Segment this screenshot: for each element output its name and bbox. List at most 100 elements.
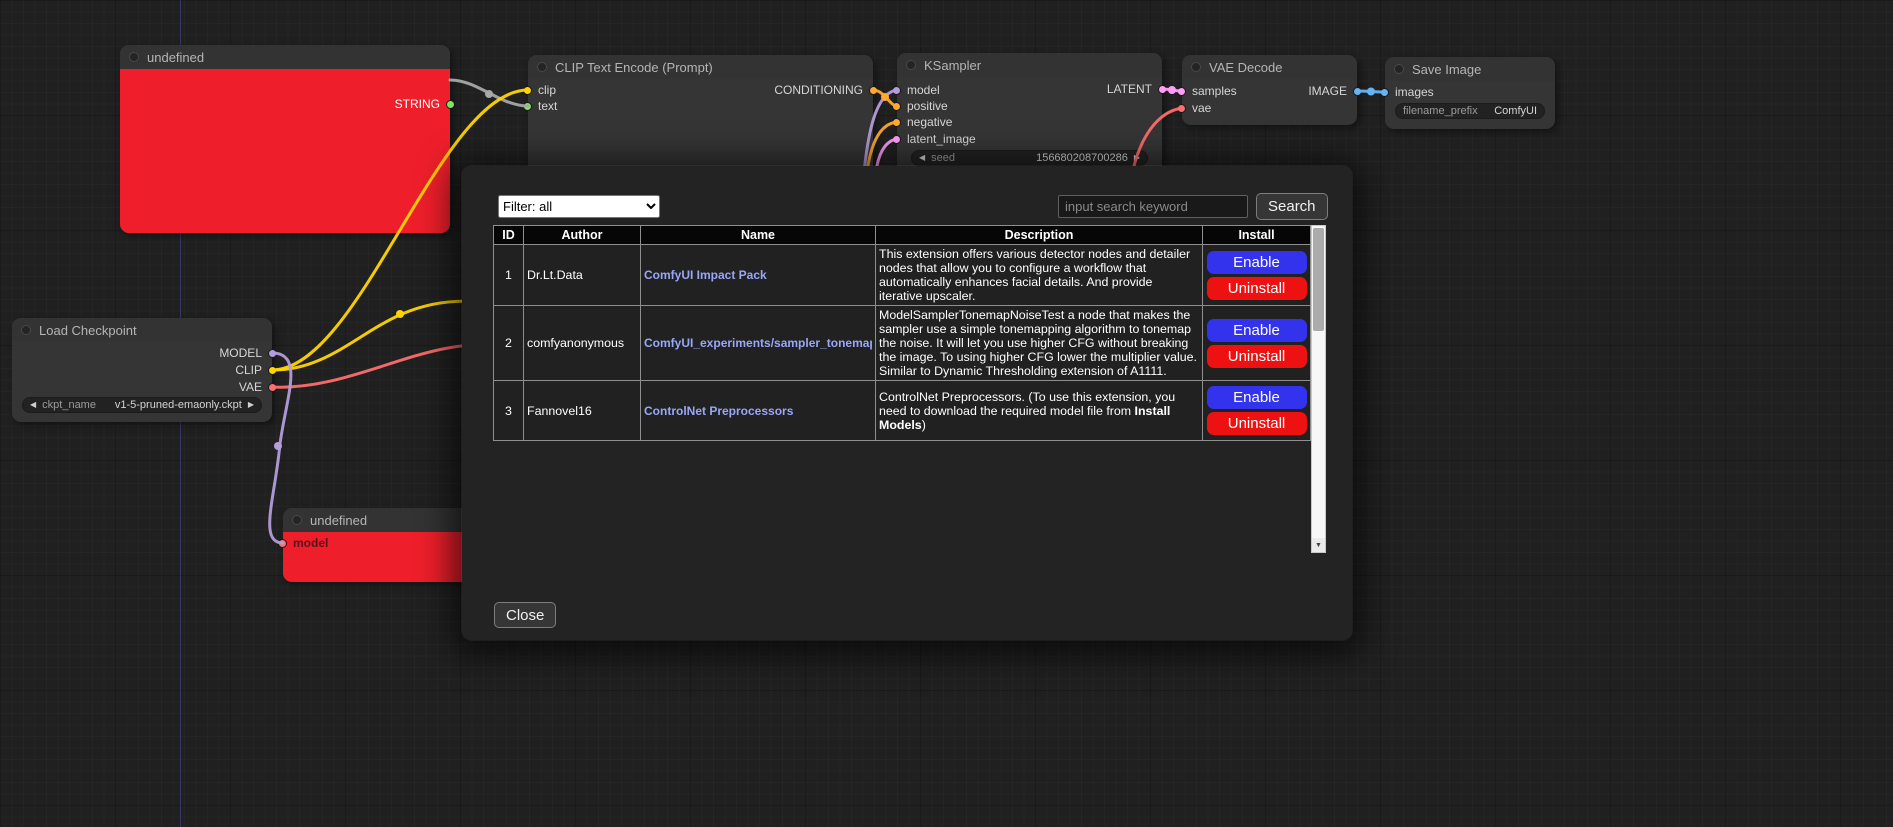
wire-image-midpoint bbox=[1367, 88, 1375, 96]
image-pin-icon[interactable] bbox=[1353, 87, 1362, 96]
latent-pin-icon[interactable] bbox=[1177, 87, 1186, 96]
node-title: Load Checkpoint bbox=[39, 323, 137, 338]
row-author: comfyanonymous bbox=[524, 306, 641, 381]
clip-pin-icon[interactable] bbox=[523, 86, 532, 95]
node-header[interactable]: undefined bbox=[120, 45, 450, 69]
input-slot-negative[interactable]: negative bbox=[892, 115, 952, 129]
search-input[interactable] bbox=[1058, 195, 1248, 218]
header-id: ID bbox=[494, 226, 524, 245]
row-description: This extension offers various detector n… bbox=[876, 245, 1203, 306]
node-load-checkpoint[interactable]: Load Checkpoint MODEL CLIP VAE ◀ ckpt_na… bbox=[12, 318, 272, 422]
latent-pin-icon[interactable] bbox=[892, 135, 901, 144]
node-header[interactable]: Load Checkpoint bbox=[12, 318, 272, 342]
wire-conditioning-midpoint bbox=[881, 93, 889, 101]
filter-select[interactable]: Filter: all bbox=[498, 195, 660, 218]
input-slot-positive[interactable]: positive bbox=[892, 99, 948, 113]
slot-label: clip bbox=[538, 83, 556, 97]
node-header[interactable]: CLIP Text Encode (Prompt) bbox=[528, 55, 873, 79]
collapse-dot-icon[interactable] bbox=[906, 60, 916, 70]
ckpt-name-widget[interactable]: ◀ ckpt_name v1-5-pruned-emaonly.ckpt ▶ bbox=[22, 397, 262, 413]
widget-prev-icon[interactable]: ◀ bbox=[919, 154, 925, 162]
widget-prev-icon[interactable]: ◀ bbox=[30, 401, 36, 409]
enable-button[interactable]: Enable bbox=[1207, 251, 1307, 274]
collapse-dot-icon[interactable] bbox=[537, 62, 547, 72]
clip-pin-icon[interactable] bbox=[268, 366, 277, 375]
row-install: Enable Uninstall bbox=[1203, 245, 1311, 306]
collapse-dot-icon[interactable] bbox=[1394, 64, 1404, 74]
description-text: ModelSamplerTonemapNoiseTest a node that… bbox=[879, 308, 1197, 378]
extensions-table: ID Author Name Description Install 1 Dr.… bbox=[493, 225, 1311, 441]
vae-pin-icon[interactable] bbox=[1177, 104, 1186, 113]
node-header[interactable]: KSampler bbox=[897, 53, 1162, 77]
dialog-scrollbar[interactable]: ▼ bbox=[1311, 225, 1326, 553]
string-pin-icon[interactable] bbox=[523, 102, 532, 111]
widget-next-icon[interactable]: ▶ bbox=[1134, 154, 1140, 162]
node-vae-decode[interactable]: VAE Decode samples vae IMAGE bbox=[1182, 55, 1357, 125]
row-install: Enable Uninstall bbox=[1203, 306, 1311, 381]
widget-value: 156680208700286 bbox=[1036, 152, 1128, 164]
vae-pin-icon[interactable] bbox=[268, 383, 277, 392]
enable-button[interactable]: Enable bbox=[1207, 319, 1307, 342]
enable-button[interactable]: Enable bbox=[1207, 386, 1307, 409]
collapse-dot-icon[interactable] bbox=[129, 52, 139, 62]
input-slot-samples[interactable]: samples bbox=[1177, 84, 1237, 98]
string-pin-icon[interactable] bbox=[446, 100, 455, 109]
output-slot-image[interactable]: IMAGE bbox=[1308, 84, 1362, 98]
image-pin-icon[interactable] bbox=[1380, 88, 1389, 97]
model-pin-icon[interactable] bbox=[892, 86, 901, 95]
input-slot-model[interactable]: model bbox=[278, 536, 328, 550]
extension-link[interactable]: ComfyUI_experiments/sampler_tonemap bbox=[644, 336, 872, 350]
close-button[interactable]: Close bbox=[494, 602, 556, 628]
slot-label: model bbox=[907, 83, 940, 97]
input-slot-model[interactable]: model bbox=[892, 83, 940, 97]
description-text: ControlNet Preprocessors. (To use this e… bbox=[879, 390, 1175, 418]
scrollbar-thumb[interactable] bbox=[1313, 228, 1324, 331]
output-slot-string[interactable]: STRING bbox=[395, 97, 455, 111]
graph-canvas[interactable]: undefined STRING CLIP Text Encode (Promp… bbox=[0, 0, 1893, 827]
node-header[interactable]: VAE Decode bbox=[1182, 55, 1357, 79]
output-slot-vae[interactable]: VAE bbox=[239, 380, 277, 394]
node-body: images filename_prefix ComfyUI bbox=[1385, 81, 1555, 129]
widget-next-icon[interactable]: ▶ bbox=[248, 401, 254, 409]
node-save-image[interactable]: Save Image images filename_prefix ComfyU… bbox=[1385, 57, 1555, 129]
input-slot-images[interactable]: images bbox=[1380, 85, 1434, 99]
wire-string-midpoint bbox=[485, 90, 493, 98]
node-header[interactable]: Save Image bbox=[1385, 57, 1555, 81]
input-slot-text[interactable]: text bbox=[523, 99, 557, 113]
slot-label: IMAGE bbox=[1308, 84, 1347, 98]
node-body: MODEL CLIP VAE ◀ ckpt_name v1-5-pruned-e… bbox=[12, 342, 272, 422]
collapse-dot-icon[interactable] bbox=[292, 515, 302, 525]
search-button[interactable]: Search bbox=[1256, 193, 1328, 220]
output-slot-clip[interactable]: CLIP bbox=[235, 363, 277, 377]
uninstall-button[interactable]: Uninstall bbox=[1207, 412, 1307, 435]
node-undefined-top[interactable]: undefined STRING bbox=[120, 45, 450, 233]
output-slot-conditioning[interactable]: CONDITIONING bbox=[774, 83, 878, 97]
extension-link[interactable]: ComfyUI Impact Pack bbox=[644, 268, 872, 282]
slot-label: negative bbox=[907, 115, 952, 129]
header-author: Author bbox=[524, 226, 641, 245]
input-slot-clip[interactable]: clip bbox=[523, 83, 556, 97]
model-pin-icon[interactable] bbox=[268, 349, 277, 358]
seed-widget[interactable]: ◀ seed 156680208700286 ▶ bbox=[911, 150, 1148, 166]
input-slot-vae[interactable]: vae bbox=[1177, 101, 1211, 115]
conditioning-pin-icon[interactable] bbox=[892, 102, 901, 111]
slot-label: latent_image bbox=[907, 132, 976, 146]
input-slot-latent-image[interactable]: latent_image bbox=[892, 132, 976, 146]
conditioning-pin-icon[interactable] bbox=[869, 86, 878, 95]
collapse-dot-icon[interactable] bbox=[21, 325, 31, 335]
scrollbar-down-button[interactable]: ▼ bbox=[1312, 538, 1325, 552]
latent-pin-icon[interactable] bbox=[1158, 85, 1167, 94]
model-pin-icon[interactable] bbox=[278, 539, 287, 548]
slot-label: model bbox=[293, 536, 328, 550]
conditioning-pin-icon[interactable] bbox=[892, 118, 901, 127]
filename-prefix-widget[interactable]: filename_prefix ComfyUI bbox=[1395, 103, 1545, 119]
row-id: 3 bbox=[494, 381, 524, 441]
output-slot-model[interactable]: MODEL bbox=[219, 346, 277, 360]
slot-label: CLIP bbox=[235, 363, 262, 377]
uninstall-button[interactable]: Uninstall bbox=[1207, 345, 1307, 368]
uninstall-button[interactable]: Uninstall bbox=[1207, 277, 1307, 300]
extension-link[interactable]: ControlNet Preprocessors bbox=[644, 404, 872, 418]
collapse-dot-icon[interactable] bbox=[1191, 62, 1201, 72]
output-slot-latent[interactable]: LATENT bbox=[1107, 82, 1167, 96]
description-text: This extension offers various detector n… bbox=[879, 247, 1190, 303]
